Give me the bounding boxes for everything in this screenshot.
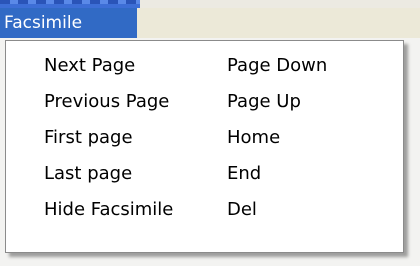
menu-item-shortcut: Page Up <box>227 91 301 112</box>
menu-item-last-page[interactable]: Last page End <box>6 159 403 191</box>
menu-item-label: Last page <box>44 163 133 184</box>
menu-item-shortcut: Del <box>227 199 257 220</box>
menu-item-shortcut: Page Down <box>227 55 328 76</box>
menu-item-label: Hide Facsimile <box>44 199 174 220</box>
menu-item-label: First page <box>44 127 133 148</box>
menu-item-label: Previous Page <box>44 91 170 112</box>
facsimile-dropdown-menu: Next Page Page Down Previous Page Page U… <box>5 40 404 253</box>
title-bar-pattern <box>0 0 140 4</box>
menu-item-next-page[interactable]: Next Page Page Down <box>6 51 403 83</box>
menu-bar <box>137 8 420 38</box>
menu-facsimile[interactable]: Facsimile <box>0 8 137 38</box>
menu-item-label: Next Page <box>44 55 136 76</box>
menu-item-shortcut: Home <box>227 127 281 148</box>
menu-item-hide-facsimile[interactable]: Hide Facsimile Del <box>6 195 403 227</box>
menu-item-previous-page[interactable]: Previous Page Page Up <box>6 87 403 119</box>
menu-item-shortcut: End <box>227 163 262 184</box>
menu-item-first-page[interactable]: First page Home <box>6 123 403 155</box>
